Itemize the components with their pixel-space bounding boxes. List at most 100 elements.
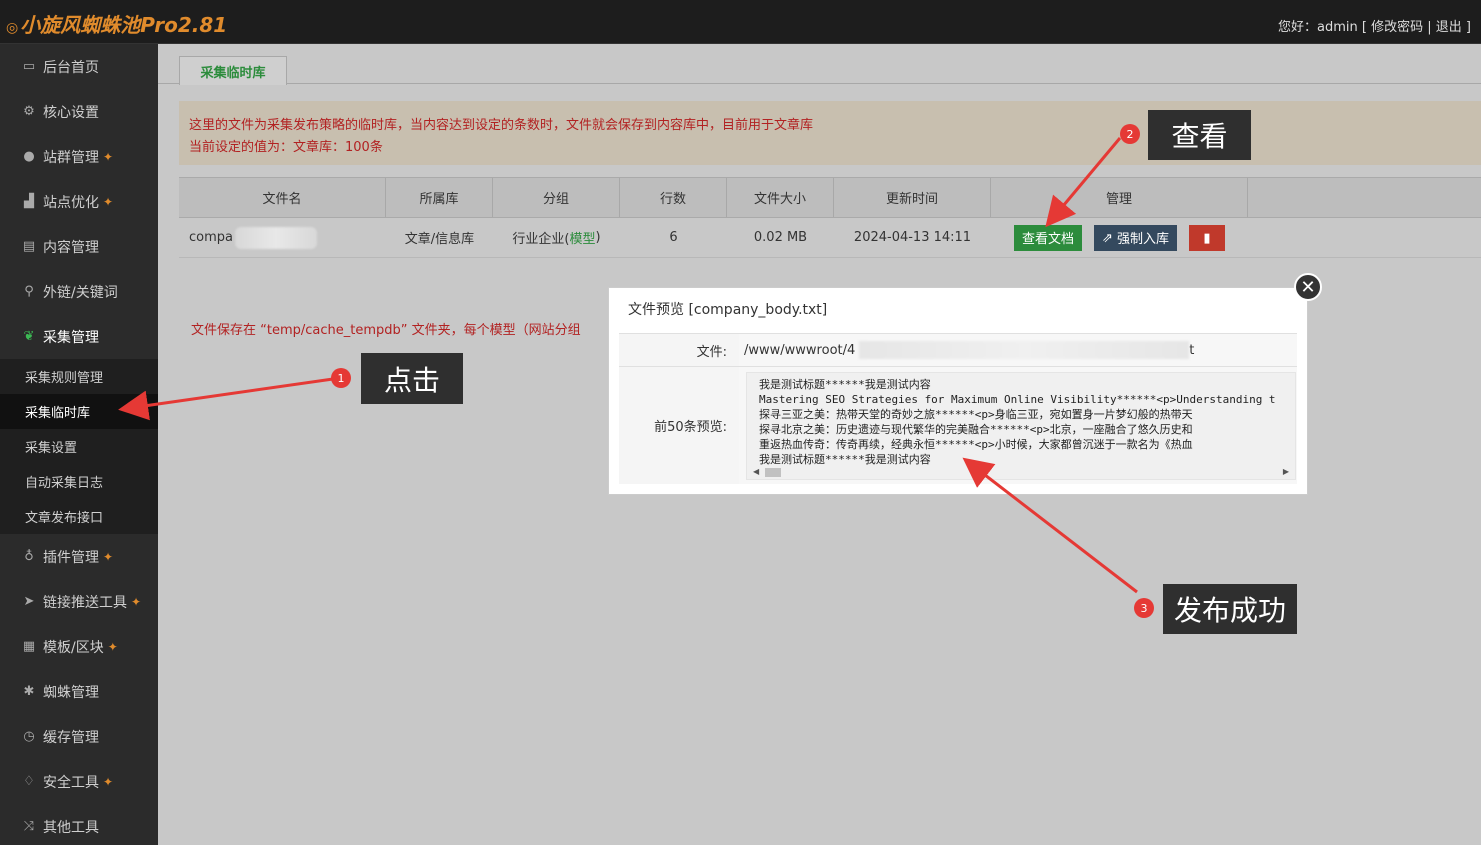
spider-icon: ✱ — [23, 684, 35, 699]
sidebar-item-collect[interactable]: ❦ 采集管理 — [0, 314, 158, 359]
annotation-badge-1: 1 — [331, 368, 351, 388]
sub-item-collect-rules[interactable]: 采集规则管理 — [0, 359, 158, 394]
sidebar-item-label: 采集管理 — [43, 329, 99, 346]
app-title: 小旋风蜘蛛池Pro2.81 — [20, 13, 228, 37]
blurred-path — [859, 341, 1190, 359]
notice-line-2: 当前设定的值为：文章库：100条 — [189, 140, 383, 155]
change-password-link[interactable]: [ 修改密码 | — [1362, 20, 1432, 35]
force-import-label: 强制入库 — [1116, 231, 1169, 246]
pin-icon: ✦ — [107, 639, 118, 654]
force-import-button[interactable]: ⇗ 强制入库 — [1094, 224, 1177, 251]
user-bar: 您好：admin [ 修改密码 | 退出 ] — [1274, 16, 1471, 35]
preview-value: 我是测试标题******我是测试内容 Mastering SEO Strateg… — [739, 367, 1297, 484]
sidebar-item-plugins[interactable]: ♁ 插件管理 ✦ — [0, 534, 158, 579]
logo-ring-icon: ◎ — [6, 20, 19, 36]
pin-icon: ✦ — [131, 594, 142, 609]
annotation-callout-3: 发布成功 — [1163, 584, 1297, 634]
modal-close-button[interactable]: ✕ — [1294, 273, 1322, 301]
sidebar-item-other-tools[interactable]: ⤨ 其他工具 — [0, 804, 158, 845]
sidebar-item-site-group[interactable]: ● 站群管理 ✦ — [0, 134, 158, 179]
sidebar-item-spiders[interactable]: ✱ 蜘蛛管理 — [0, 669, 158, 714]
col-empty — [1248, 178, 1481, 217]
sidebar-item-label: 外链/关键词 — [43, 284, 118, 301]
sidebar-item-site-optimize[interactable]: ▟ 站点优化 ✦ — [0, 179, 158, 224]
group-suffix: ) — [595, 230, 601, 245]
sidebar-item-label: 安全工具 — [43, 774, 99, 791]
col-size: 文件大小 — [727, 178, 834, 217]
sub-item-collect-settings[interactable]: 采集设置 — [0, 429, 158, 464]
annotation-badge-2: 2 — [1120, 124, 1140, 144]
logout-link[interactable]: 退出 ] — [1436, 20, 1471, 35]
cell-lines: 6 — [669, 230, 678, 245]
col-lines: 行数 — [620, 178, 727, 217]
sub-item-publish-api[interactable]: 文章发布接口 — [0, 499, 158, 534]
sidebar-item-links-keywords[interactable]: ⚲ 外链/关键词 — [0, 269, 158, 314]
scroll-left-icon[interactable]: ◀ — [753, 467, 759, 476]
cell-library: 文章/信息库 — [404, 232, 475, 247]
sidebar: ▭ 后台首页 ⚙ 核心设置 ● 站群管理 ✦ ▟ 站点优化 ✦ ▤ 内容管理 ⚲ 外链/关键词 … — [0, 44, 158, 845]
leaf-icon: ❦ — [23, 329, 35, 344]
bulb-icon: ♢ — [23, 774, 35, 789]
pin-icon: ✦ — [103, 149, 114, 164]
shuffle-icon: ⤨ — [23, 819, 35, 834]
tab-bar: 采集临时库 — [158, 44, 1481, 85]
filename-text: compa — [189, 230, 233, 245]
preview-line: 我是测试标题******我是测试内容 — [759, 377, 931, 391]
pin-icon: ✦ — [103, 549, 114, 564]
pin-icon: ✦ — [103, 194, 114, 209]
sidebar-item-label: 缓存管理 — [43, 729, 99, 746]
sidebar-item-label: 站群管理 — [43, 149, 99, 166]
view-document-button[interactable]: 查看文档 — [1014, 224, 1083, 251]
export-icon: ⇗ — [1102, 229, 1113, 245]
sidebar-item-cache[interactable]: ◷ 缓存管理 — [0, 714, 158, 759]
annotation-callout-1: 点击 — [361, 353, 463, 404]
modal-title: 文件预览 [company_body.txt] — [628, 302, 828, 318]
collect-submenu: 采集规则管理 采集临时库 采集设置 自动采集日志 文章发布接口 — [0, 359, 158, 534]
file-preview-modal: 文件预览 [company_body.txt] 文件: /www/wwwroot… — [608, 287, 1308, 495]
document-icon: ▤ — [22, 239, 36, 254]
app-logo: ◎ 小旋风蜘蛛池Pro2.81 — [6, 9, 227, 38]
horizontal-scrollbar[interactable]: ◀ ▶ — [747, 464, 1295, 479]
sidebar-item-label: 链接推送工具 — [43, 594, 127, 611]
sidebar-item-label: 内容管理 — [43, 239, 99, 256]
cell-updated: 2024-04-13 14:11 — [853, 230, 972, 245]
table-header: 文件名 所属库 分组 行数 文件大小 更新时间 管理 — [179, 177, 1481, 218]
group-prefix: 行业企业( — [512, 232, 570, 247]
sidebar-item-label: 其他工具 — [43, 819, 99, 836]
sidebar-item-templates[interactable]: ▦ 模板/区块 ✦ — [0, 624, 158, 669]
scroll-thumb[interactable] — [765, 467, 781, 477]
notice-line-1: 这里的文件为采集发布策略的临时库，当内容达到设定的条数时，文件就会保存到内容库中… — [189, 118, 814, 133]
key-icon: ⚲ — [24, 284, 34, 299]
sidebar-item-label: 后台首页 — [43, 59, 99, 76]
sub-item-collect-log[interactable]: 自动采集日志 — [0, 464, 158, 499]
plug-icon: ♁ — [24, 549, 34, 564]
group-model-link[interactable]: 模型 — [569, 228, 595, 247]
chart-icon: ▟ — [24, 194, 34, 209]
close-icon: ✕ — [1300, 276, 1316, 298]
delete-button[interactable]: ▮ — [1188, 224, 1225, 251]
col-library: 所属库 — [386, 178, 493, 217]
bottom-note: 文件保存在 “temp/cache_tempdb” 文件夹，每个模型（网站分组 — [191, 323, 581, 338]
tab-collect-temp[interactable]: 采集临时库 — [179, 56, 287, 85]
sidebar-item-core-settings[interactable]: ⚙ 核心设置 — [0, 89, 158, 134]
sidebar-item-home[interactable]: ▭ 后台首页 — [0, 44, 158, 89]
scroll-right-icon[interactable]: ▶ — [1283, 467, 1289, 476]
file-path-text: /www/wwwroot/4 — [744, 342, 856, 358]
preview-lines: 我是测试标题******我是测试内容 Mastering SEO Strateg… — [747, 373, 1295, 467]
sidebar-item-label: 核心设置 — [43, 104, 99, 121]
clock-icon: ◷ — [23, 729, 35, 744]
preview-row: 前50条预览: 我是测试标题******我是测试内容 Mastering SEO… — [619, 366, 1297, 484]
sidebar-item-push-tools[interactable]: ➤ 链接推送工具 ✦ — [0, 579, 158, 624]
sidebar-item-label: 插件管理 — [43, 549, 99, 566]
sidebar-item-security[interactable]: ♢ 安全工具 ✦ — [0, 759, 158, 804]
sidebar-item-content[interactable]: ▤ 内容管理 — [0, 224, 158, 269]
table-row: compa 文章/信息库 行业企业(模型) 6 0.02 MB 2024-04-… — [179, 218, 1481, 258]
preview-line: 探寻北京之美：历史遗迹与现代繁华的完美融合******<p>北京，一座融合了悠久… — [759, 422, 1193, 436]
preview-textarea[interactable]: 我是测试标题******我是测试内容 Mastering SEO Strateg… — [746, 371, 1296, 480]
top-bar: ◎ 小旋风蜘蛛池Pro2.81 您好：admin [ 修改密码 | 退出 ] — [0, 0, 1481, 44]
file-path-tail: t — [1189, 342, 1195, 358]
user-icon: ● — [23, 149, 35, 164]
sub-item-collect-temp[interactable]: 采集临时库 — [0, 394, 158, 429]
preview-line: 探寻三亚之美：热带天堂的奇妙之旅******<p>身临三亚，宛如置身一片梦幻般的… — [759, 407, 1193, 421]
file-label: 文件: — [619, 334, 739, 366]
